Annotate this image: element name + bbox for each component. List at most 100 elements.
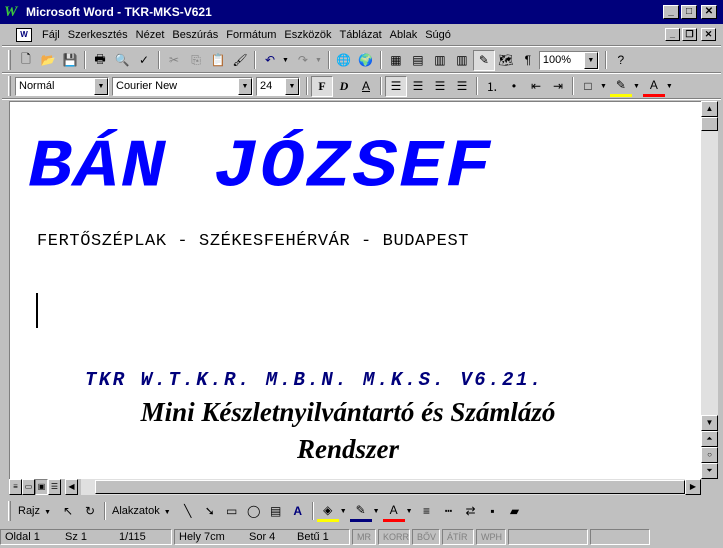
new-document-icon[interactable]: 🗋 bbox=[15, 50, 37, 71]
arrow-style-icon[interactable]: ⇄ bbox=[460, 501, 482, 522]
bullets-icon[interactable]: • bbox=[503, 76, 525, 97]
font-select[interactable]: Courier New ▼ bbox=[112, 76, 253, 96]
horizontal-scroll-thumb[interactable] bbox=[95, 480, 685, 494]
align-left-icon[interactable]: ☰ bbox=[385, 75, 407, 97]
maximize-button[interactable]: □ bbox=[681, 5, 697, 19]
close-button[interactable]: ✕ bbox=[701, 5, 717, 19]
font-size-select[interactable]: 24 ▼ bbox=[256, 76, 300, 96]
paste-icon[interactable]: 📋 bbox=[207, 50, 229, 71]
doc-close-button[interactable]: ✕ bbox=[701, 28, 716, 41]
minimize-button[interactable]: _ bbox=[663, 5, 679, 19]
chevron-down-icon[interactable]: ▼ bbox=[94, 77, 108, 95]
print-layout-view-icon[interactable]: ▣ bbox=[35, 479, 48, 495]
wordart-icon[interactable]: A bbox=[287, 501, 309, 522]
web-toolbar-icon[interactable]: 🌍 bbox=[355, 50, 377, 71]
show-hide-icon[interactable]: ¶ bbox=[517, 50, 539, 71]
draw-menu-button[interactable]: Rajz ▼ bbox=[15, 505, 57, 517]
line-color-dropdown-icon[interactable]: ▼ bbox=[373, 508, 380, 515]
border-icon[interactable]: □ bbox=[577, 76, 599, 97]
vertical-scrollbar[interactable]: ▲ ▼ ⏶ ○ ⏷ bbox=[701, 101, 718, 479]
format-painter-icon[interactable]: 🖌 bbox=[229, 50, 251, 71]
menu-help[interactable]: Súgó bbox=[421, 29, 455, 41]
line-color-icon[interactable]: ✎ bbox=[349, 501, 372, 522]
chevron-down-icon[interactable]: ▼ bbox=[238, 77, 252, 95]
chevron-down-icon[interactable]: ▼ bbox=[285, 77, 299, 95]
shadow-icon[interactable]: ▪ bbox=[482, 501, 504, 522]
italic-icon[interactable]: D bbox=[333, 76, 355, 97]
cut-icon[interactable]: ✂ bbox=[163, 50, 185, 71]
fill-color-icon[interactable]: ◈ bbox=[316, 501, 339, 522]
save-icon[interactable]: 💾 bbox=[59, 50, 81, 71]
document-icon[interactable]: W bbox=[16, 28, 32, 42]
decrease-indent-icon[interactable]: ⇤ bbox=[525, 76, 547, 97]
border-dropdown-icon[interactable]: ▼ bbox=[600, 83, 607, 90]
redo-dropdown-icon[interactable]: ▼ bbox=[315, 57, 322, 64]
chevron-down-icon[interactable]: ▼ bbox=[583, 51, 598, 69]
3d-icon[interactable]: ▰ bbox=[504, 501, 526, 522]
style-select[interactable]: Normál ▼ bbox=[15, 76, 109, 96]
bold-icon[interactable]: F bbox=[311, 75, 333, 97]
toolbar-grip[interactable] bbox=[8, 76, 11, 96]
scroll-thumb[interactable] bbox=[701, 117, 718, 131]
arrow-icon[interactable]: ➘ bbox=[199, 501, 221, 522]
doc-minimize-button[interactable]: _ bbox=[665, 28, 680, 41]
status-wordperfect-help[interactable]: WPH bbox=[476, 529, 506, 545]
word-app-icon[interactable]: W bbox=[4, 4, 20, 20]
web-layout-view-icon[interactable]: ▭ bbox=[22, 479, 35, 495]
text-box-icon[interactable]: ▤ bbox=[265, 501, 287, 522]
highlight-icon[interactable]: ✎ bbox=[609, 76, 632, 97]
outline-view-icon[interactable]: ☰ bbox=[48, 479, 61, 495]
copy-icon[interactable]: ⎘ bbox=[185, 50, 207, 71]
font-color-dropdown-icon[interactable]: ▼ bbox=[406, 508, 413, 515]
scroll-left-icon[interactable]: ◀ bbox=[65, 479, 78, 495]
tables-borders-icon[interactable]: ▦ bbox=[385, 50, 407, 71]
status-macro-recorder[interactable]: MR bbox=[352, 529, 376, 545]
highlight-dropdown-icon[interactable]: ▼ bbox=[633, 83, 640, 90]
menu-edit[interactable]: Szerkesztés bbox=[64, 29, 132, 41]
undo-icon[interactable]: ↶ bbox=[259, 50, 281, 71]
line-style-icon[interactable]: ≡ bbox=[416, 501, 438, 522]
line-icon[interactable]: ╲ bbox=[177, 501, 199, 522]
status-overtype[interactable]: ÁTÍR bbox=[442, 529, 474, 545]
columns-icon[interactable]: ▥ bbox=[451, 50, 473, 71]
horizontal-scrollbar[interactable]: ≡ ▭ ▣ ☰ ◀ ▶ bbox=[9, 479, 701, 496]
menu-file[interactable]: Fájl bbox=[38, 29, 64, 41]
drawing-icon[interactable]: ✎ bbox=[472, 49, 495, 71]
previous-page-icon[interactable]: ⏶ bbox=[701, 431, 718, 447]
redo-icon[interactable]: ↷ bbox=[292, 50, 314, 71]
select-objects-icon[interactable]: ↖ bbox=[57, 501, 79, 522]
spelling-icon[interactable]: ✓ bbox=[133, 50, 155, 71]
status-track-changes[interactable]: KORR bbox=[378, 529, 410, 545]
hyperlink-icon[interactable]: 🌐 bbox=[333, 50, 355, 71]
status-extend[interactable]: BŐV bbox=[412, 529, 440, 545]
menu-window[interactable]: Ablak bbox=[386, 29, 422, 41]
print-preview-icon[interactable]: 🔍 bbox=[111, 50, 133, 71]
menu-insert[interactable]: Beszúrás bbox=[168, 29, 222, 41]
toolbar-grip[interactable] bbox=[8, 501, 11, 521]
align-center-icon[interactable]: ☰ bbox=[407, 76, 429, 97]
fill-color-dropdown-icon[interactable]: ▼ bbox=[340, 508, 347, 515]
insert-table-icon[interactable]: ▤ bbox=[407, 50, 429, 71]
font-color-icon[interactable]: A bbox=[642, 76, 665, 97]
help-icon[interactable]: ? bbox=[610, 50, 632, 71]
next-page-icon[interactable]: ⏷ bbox=[701, 463, 718, 479]
scroll-down-icon[interactable]: ▼ bbox=[701, 415, 718, 431]
numbering-icon[interactable]: ⒈ bbox=[481, 76, 503, 97]
free-rotate-icon[interactable]: ↻ bbox=[79, 501, 101, 522]
align-right-icon[interactable]: ☰ bbox=[429, 76, 451, 97]
insert-excel-icon[interactable]: ▥ bbox=[429, 50, 451, 71]
menu-format[interactable]: Formátum bbox=[222, 29, 280, 41]
menu-tools[interactable]: Eszközök bbox=[280, 29, 335, 41]
increase-indent-icon[interactable]: ⇥ bbox=[547, 76, 569, 97]
document-map-icon[interactable]: 🗺 bbox=[495, 50, 517, 71]
scroll-up-icon[interactable]: ▲ bbox=[701, 101, 718, 117]
oval-icon[interactable]: ◯ bbox=[243, 501, 265, 522]
font-color-icon[interactable]: A bbox=[382, 501, 405, 522]
undo-dropdown-icon[interactable]: ▼ bbox=[282, 57, 289, 64]
rectangle-icon[interactable]: ▭ bbox=[221, 501, 243, 522]
print-icon[interactable]: 🖶 bbox=[89, 50, 111, 71]
select-browse-object-icon[interactable]: ○ bbox=[701, 447, 718, 463]
normal-view-icon[interactable]: ≡ bbox=[9, 479, 22, 495]
menu-table[interactable]: Táblázat bbox=[335, 29, 385, 41]
font-color-dropdown-icon[interactable]: ▼ bbox=[666, 83, 673, 90]
